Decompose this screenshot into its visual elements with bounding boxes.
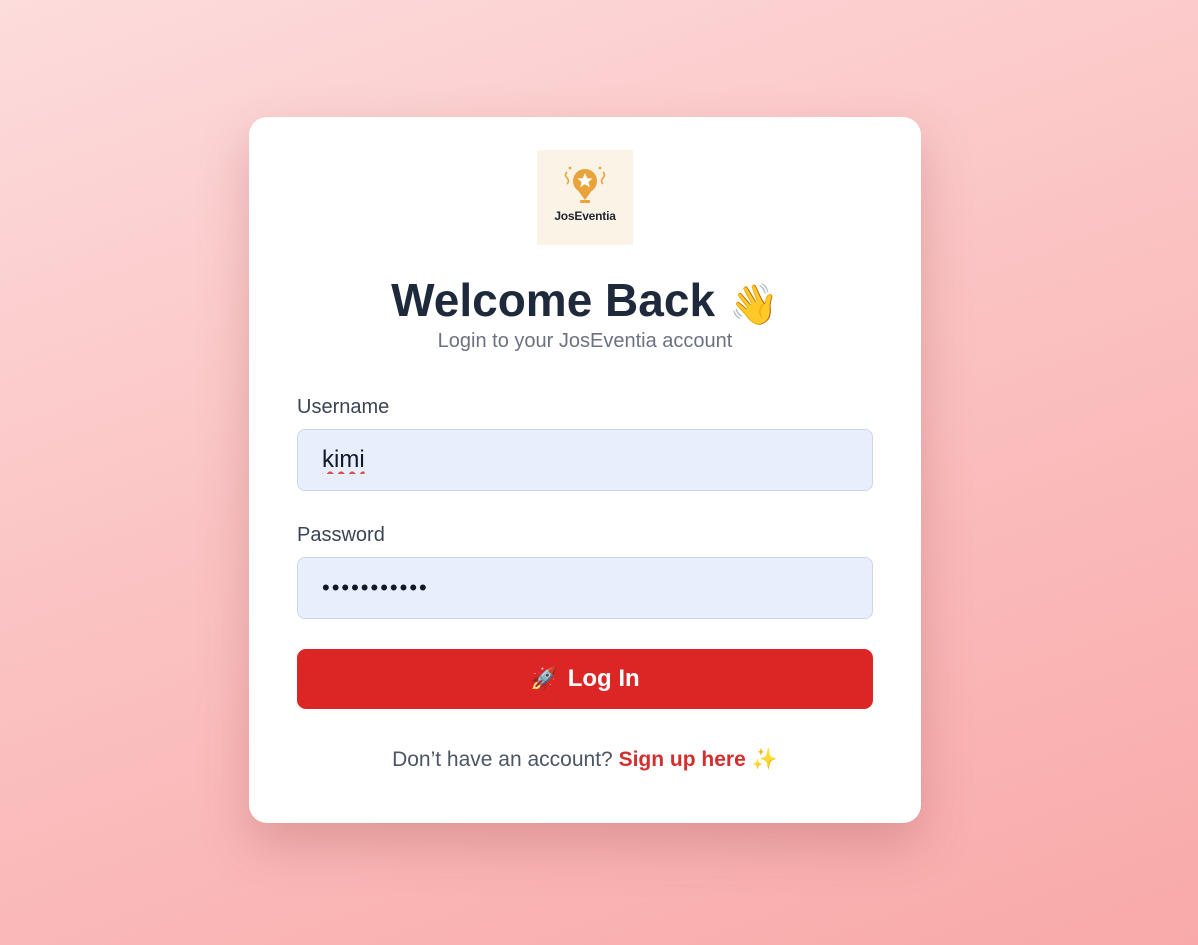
waving-hand-icon: 👋 [729,283,779,327]
username-input[interactable] [297,429,873,491]
brand-logo: JosEventia [537,150,633,245]
sparkles-icon: ✨ [751,748,778,771]
password-label: Password [297,524,385,546]
login-button-label: Log In [567,665,640,692]
rocket-icon: 🚀 [530,666,558,691]
login-button[interactable]: 🚀 Log In [297,649,873,709]
trophy-star-icon [564,166,606,203]
signup-prompt-text: Don’t have an account? [392,748,613,771]
logo-text: JosEventia [554,209,616,223]
signup-link[interactable]: Sign up here [619,748,746,771]
page-subtitle: Login to your JosEventia account [437,330,733,352]
title-text: Welcome Back [391,274,716,326]
password-input[interactable] [297,557,873,619]
page-title: Welcome Back 👋 [249,272,921,333]
username-label: Username [297,396,390,418]
login-card: JosEventia Welcome Back 👋 Login to your J… [249,117,921,823]
signup-prompt: Don’t have an account? Sign up here ✨ [249,747,921,773]
